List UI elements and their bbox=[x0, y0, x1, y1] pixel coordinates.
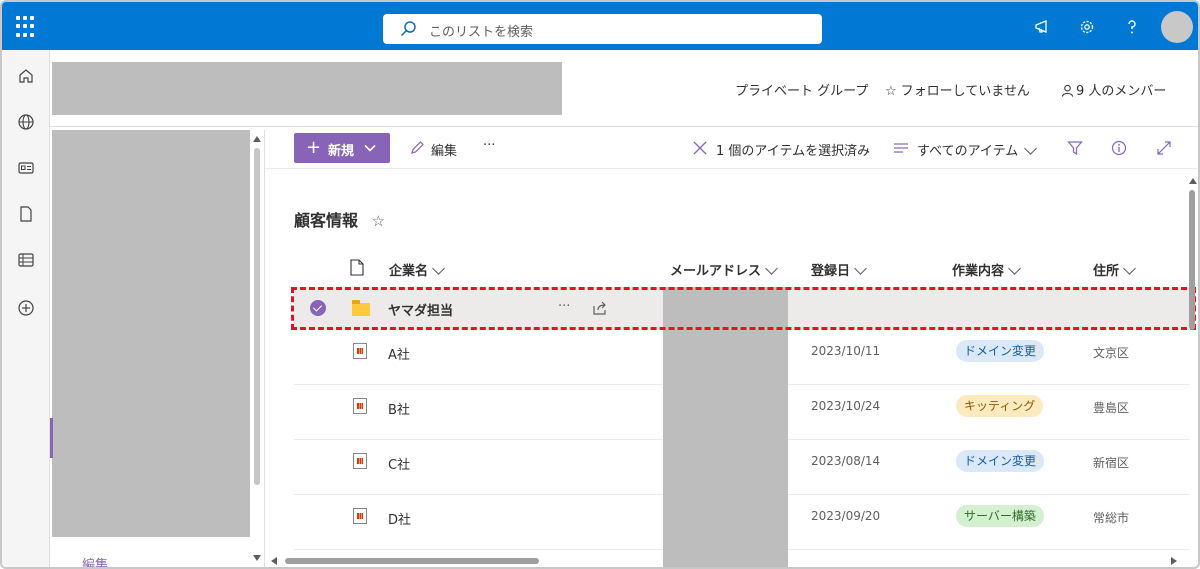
work-tag: ドメイン変更 bbox=[956, 340, 1045, 362]
chevron-down-icon bbox=[765, 262, 778, 275]
column-header-label: メールアドレス bbox=[670, 264, 762, 279]
scroll-up-arrow[interactable] bbox=[1189, 178, 1197, 184]
gear-icon[interactable] bbox=[1078, 18, 1096, 36]
suite-bar: このリストを検索 bbox=[2, 2, 1198, 50]
app-rail bbox=[2, 50, 50, 567]
work-tag: キッティング bbox=[956, 395, 1044, 417]
company-cell[interactable]: A社 bbox=[388, 344, 410, 363]
address-cell: 文京区 bbox=[1093, 346, 1130, 360]
site-nav-redacted bbox=[52, 130, 250, 537]
column-header-address[interactable]: 住所 bbox=[1093, 260, 1136, 279]
search-icon bbox=[400, 21, 416, 37]
work-tag: ドメイン変更 bbox=[956, 450, 1045, 472]
date-cell: 2023/10/11 bbox=[811, 344, 881, 358]
scroll-up-arrow[interactable] bbox=[253, 136, 261, 142]
edit-button[interactable]: 編集 bbox=[431, 140, 457, 159]
new-label: 新規 bbox=[328, 144, 355, 159]
site-nav-scroll-thumb[interactable] bbox=[254, 148, 260, 485]
close-icon[interactable] bbox=[692, 140, 708, 156]
sharepoint-window: このリストを検索 プライベート グループ ☆ フォローしていません 9 人のメン… bbox=[0, 0, 1200, 569]
pencil-icon[interactable] bbox=[409, 140, 425, 156]
list-icon[interactable] bbox=[17, 251, 35, 269]
star-icon: ☆ bbox=[885, 84, 897, 99]
globe-icon[interactable] bbox=[17, 113, 35, 131]
address-cell: 新宿区 bbox=[1093, 456, 1130, 470]
selection-status: 1 個のアイテムを選択済み bbox=[716, 144, 871, 159]
info-icon[interactable] bbox=[1111, 140, 1127, 156]
megaphone-icon[interactable] bbox=[1034, 18, 1052, 36]
privacy-label: プライベート グループ bbox=[735, 84, 869, 99]
date-cell: 2023/10/24 bbox=[811, 399, 881, 413]
chevron-down-icon bbox=[854, 262, 867, 275]
view-lines-icon bbox=[894, 143, 908, 153]
view-label: すべてのアイテム bbox=[917, 144, 1019, 159]
commandbar-divider bbox=[265, 168, 1198, 169]
expand-icon[interactable] bbox=[1156, 140, 1172, 156]
nav-edit-link[interactable]: 編集 bbox=[82, 554, 108, 567]
selection-highlight-outline bbox=[291, 287, 1196, 330]
company-cell[interactable]: B社 bbox=[388, 399, 410, 418]
chevron-down-icon bbox=[432, 262, 445, 275]
nav-divider bbox=[264, 130, 265, 567]
follow-label: フォローしていません bbox=[900, 84, 1030, 99]
user-avatar[interactable] bbox=[1161, 11, 1193, 43]
column-header-label: 住所 bbox=[1093, 264, 1120, 279]
list-title-text: 顧客情報 bbox=[294, 211, 359, 230]
document-icon[interactable] bbox=[17, 205, 35, 223]
list-vertical-scroll-thumb[interactable] bbox=[1189, 190, 1195, 330]
column-header-label: 作業内容 bbox=[952, 264, 1005, 279]
members-label: 9 人のメンバー bbox=[1076, 84, 1167, 99]
plus-icon: + bbox=[306, 137, 322, 158]
filter-icon[interactable] bbox=[1067, 140, 1083, 156]
excel-file-icon bbox=[353, 398, 367, 414]
members-button[interactable]: 9 人のメンバー bbox=[1061, 80, 1166, 99]
follow-button[interactable]: ☆ フォローしていません bbox=[885, 80, 1030, 99]
column-header-label: 企業名 bbox=[389, 264, 429, 279]
favorite-star-icon[interactable]: ☆ bbox=[372, 212, 385, 230]
nav-selected-indicator bbox=[50, 418, 53, 458]
chevron-down-icon bbox=[1123, 262, 1136, 275]
header-divider bbox=[50, 126, 1198, 127]
chevron-down-icon bbox=[1024, 142, 1038, 155]
company-cell[interactable]: D社 bbox=[388, 509, 411, 528]
company-cell[interactable]: C社 bbox=[388, 454, 410, 473]
date-cell: 2023/09/20 bbox=[811, 509, 881, 523]
column-header-date[interactable]: 登録日 bbox=[811, 260, 867, 279]
address-cell: 常総市 bbox=[1093, 511, 1130, 525]
new-button[interactable]: + 新規 bbox=[294, 133, 390, 163]
scroll-right-arrow[interactable] bbox=[1171, 557, 1177, 565]
excel-file-icon bbox=[353, 343, 367, 359]
chevron-down-icon bbox=[364, 144, 376, 152]
view-switcher[interactable]: すべてのアイテム bbox=[917, 140, 1038, 159]
column-header-email[interactable]: メールアドレス bbox=[670, 260, 778, 279]
search-box[interactable]: このリストを検索 bbox=[383, 14, 822, 44]
scroll-down-arrow[interactable] bbox=[253, 555, 261, 561]
column-header-work[interactable]: 作業内容 bbox=[952, 260, 1021, 279]
list-title: 顧客情報 ☆ bbox=[294, 207, 385, 231]
create-icon[interactable] bbox=[17, 299, 35, 317]
excel-file-icon bbox=[353, 508, 367, 524]
site-title-redacted bbox=[52, 62, 562, 115]
person-icon bbox=[1061, 84, 1074, 97]
news-icon[interactable] bbox=[17, 159, 35, 177]
column-header-label: 登録日 bbox=[811, 264, 851, 279]
work-tag: サーバー構築 bbox=[956, 505, 1044, 527]
list-horizontal-scroll-thumb[interactable] bbox=[285, 558, 539, 564]
excel-file-icon bbox=[353, 453, 367, 469]
date-cell: 2023/08/14 bbox=[811, 454, 881, 468]
file-type-header-icon[interactable] bbox=[350, 259, 364, 276]
search-placeholder: このリストを検索 bbox=[429, 25, 534, 40]
app-launcher-icon[interactable] bbox=[16, 16, 38, 38]
chevron-down-icon bbox=[1008, 262, 1021, 275]
help-icon[interactable] bbox=[1123, 18, 1141, 36]
more-button[interactable]: ··· bbox=[483, 138, 495, 153]
address-cell: 豊島区 bbox=[1093, 401, 1130, 415]
scroll-left-arrow[interactable] bbox=[271, 557, 277, 565]
column-header-company[interactable]: 企業名 bbox=[389, 260, 445, 279]
home-icon[interactable] bbox=[17, 67, 35, 85]
